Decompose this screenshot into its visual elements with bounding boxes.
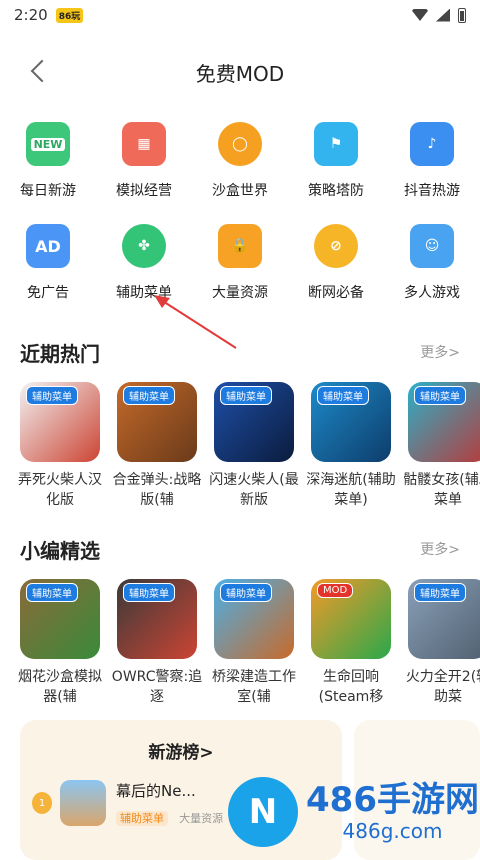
app-card[interactable]: 辅助菜单 骷髅女孩(辅助菜单 [403,382,480,510]
app-thumbnail: 辅助菜单 [20,579,100,659]
picks-section-title: 小编精选 [20,539,100,563]
category-sandbox[interactable]: ◯ 沙盒世界 [192,122,288,224]
ranking-item[interactable]: 1 幕后的Ne... 辅助菜单 大量资源 [32,780,223,826]
category-label: 免广告 [27,285,69,301]
shop-icon: ▦ [122,122,166,166]
tiktok-icon: ♪ [410,122,454,166]
app-name: 火力全开2(辅助菜 [405,669,480,705]
app-thumbnail: 辅助菜单 [311,382,391,462]
ranking-title: 新游榜> [148,743,214,763]
app-thumbnail: 辅助菜单 [408,579,480,659]
annotation-arrow-icon [154,295,237,349]
app-thumbnail: 辅助菜单 [20,382,100,462]
category-label: 多人游戏 [404,285,460,301]
category-simulation[interactable]: ▦ 模拟经营 [96,122,192,224]
recent-app-list: 辅助菜单 弄死火柴人汉化版 辅助菜单 合金弹头:战略版(辅 辅助菜单 闪速火柴人… [18,382,480,510]
status-time: 2:20 [14,6,48,24]
category-douyin[interactable]: ♪ 抖音热游 [384,122,480,224]
app-name: 合金弹头:战略版(辅 [112,472,202,508]
app-thumbnail: 辅助菜单 [214,579,294,659]
app-name: 弄死火柴人汉化版 [18,472,102,508]
category-multiplayer[interactable]: ☺ 多人游戏 [384,224,480,326]
app-card[interactable]: 辅助菜单 烟花沙盒模拟器(辅 [18,579,102,707]
castle-icon: ⚑ [314,122,358,166]
lock-bulb-icon: 🔒 [218,224,262,268]
app-card[interactable]: 辅助菜单 闪速火柴人(最新版 [209,382,299,510]
people-icon: ☺ [410,224,454,268]
app-thumbnail [60,780,106,826]
category-label: 策略塔防 [308,183,364,199]
page-header: 免费MOD [0,48,480,92]
app-card[interactable]: 辅助菜单 火力全开2(辅助菜 [406,579,480,707]
app-card[interactable]: 辅助菜单 弄死火柴人汉化版 [18,382,102,510]
medal-icon: 1 [32,792,52,814]
ranking-tag: 辅助菜单 [116,811,168,826]
category-label: 断网必备 [308,285,364,301]
category-daily-new[interactable]: NEW 每日新游 [0,122,96,224]
ranking-sub: 大量资源 [179,812,224,825]
app-name: 生命回响(Steam移 [318,669,384,705]
category-label: 沙盒世界 [212,183,268,199]
app-card[interactable]: 辅助菜单 深海迷航(辅助菜单) [306,382,396,510]
app-badge-icon: 86玩 [55,7,84,23]
app-thumbnail: 辅助菜单 [117,382,197,462]
app-thumbnail: 辅助菜单 [117,579,197,659]
app-name: 深海迷航(辅助菜单) [306,472,396,508]
app-name: 烟花沙盒模拟器(辅 [18,669,102,705]
watermark: N 486手游网 486g.com [228,770,480,853]
clover-icon: ✤ [122,224,166,268]
picks-more-link[interactable]: 更多> [420,539,460,559]
app-card[interactable]: 辅助菜单 合金弹头:战略版(辅 [113,382,201,510]
app-name: 闪速火柴人(最新版 [209,472,299,508]
picks-app-list: 辅助菜单 烟花沙盒模拟器(辅 辅助菜单 OWRC警察:追逐 辅助菜单 桥梁建造工… [18,579,480,707]
signal-icon [436,8,450,22]
app-card[interactable]: 辅助菜单 桥梁建造工作室(辅 [212,579,296,707]
category-label: 模拟经营 [116,183,172,199]
ad-icon: AD [26,224,70,268]
category-strategy[interactable]: ⚑ 策略塔防 [288,122,384,224]
category-label: 每日新游 [20,183,76,199]
status-bar: 2:20 86玩 [0,0,480,30]
ranking-app-name: 幕后的Ne... [116,782,196,800]
watermark-sub: 486g.com [342,818,443,843]
recent-section-title: 近期热门 [20,342,100,366]
wifi-off-icon: ⊘ [314,224,358,268]
wifi-icon [412,9,428,21]
app-name: OWRC警察:追逐 [111,669,203,705]
app-card[interactable]: MOD 生命回响(Steam移 [311,579,391,707]
category-offline[interactable]: ⊘ 断网必备 [288,224,384,326]
app-thumbnail: 辅助菜单 [408,382,480,462]
category-no-ads[interactable]: AD 免广告 [0,224,96,326]
app-card[interactable]: 辅助菜单 OWRC警察:追逐 [112,579,202,707]
page-title: 免费MOD [195,62,285,86]
app-name: 骷髅女孩(辅助菜单 [403,472,480,508]
planet-icon: ◯ [218,122,262,166]
app-name: 桥梁建造工作室(辅 [212,669,296,705]
watermark-logo-icon: N [228,776,298,847]
recent-more-link[interactable]: 更多> [420,342,460,362]
battery-icon [458,7,466,23]
app-thumbnail: MOD [311,579,391,659]
new-icon: NEW [26,122,70,166]
category-label: 抖音热游 [404,183,460,199]
app-thumbnail: 辅助菜单 [214,382,294,462]
watermark-main: 486手游网 [306,779,479,820]
